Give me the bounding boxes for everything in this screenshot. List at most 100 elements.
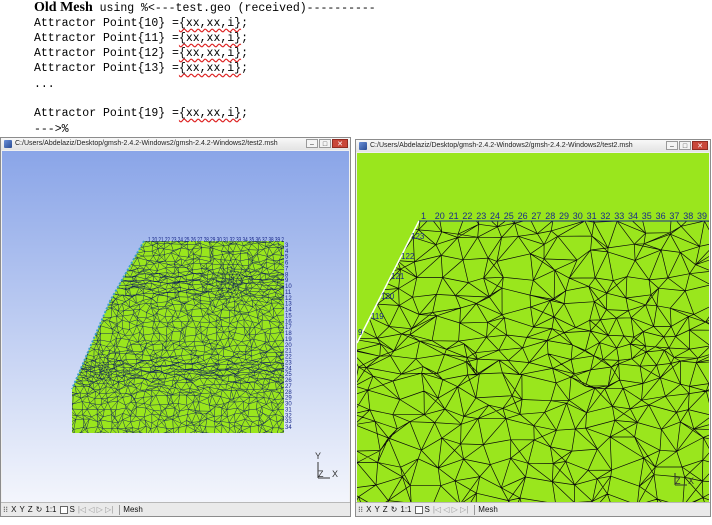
code-end-marker: --->%	[34, 123, 69, 136]
close-button[interactable]: ✕	[332, 139, 348, 148]
mode-label: Mesh	[123, 505, 143, 514]
code-line: Attractor Point{19} ={xx,xx,i};	[34, 106, 248, 121]
boundary-point-label: 9	[358, 328, 363, 337]
code-line-header: Old Mesh using %<---test.geo (received)-…	[34, 0, 376, 16]
boundary-point-label: 39	[697, 211, 707, 221]
rotate-icon[interactable]: ↻	[36, 503, 43, 516]
axis-z-label: Z	[318, 469, 324, 479]
boundary-point-label: 34	[285, 425, 292, 431]
axis-x-label: X	[688, 476, 694, 486]
maximize-button[interactable]: □	[679, 141, 691, 150]
window-title: C:/Users/Abdelaziz/Desktop/gmsh-2.4.2-Wi…	[15, 140, 278, 147]
scale-button[interactable]: 1:1	[400, 503, 411, 516]
boundary-point-label: 20	[435, 211, 445, 221]
code-suffix: ;	[241, 17, 248, 30]
boundary-point-label: 31	[587, 211, 597, 221]
playback-controls-icon[interactable]: |◁ ◁ ▷ ▷|	[78, 503, 113, 516]
axis-z-label: Z	[675, 476, 681, 486]
boundary-point-label: 33	[614, 211, 624, 221]
boundary-top-labels: 1 20 21 22 23 24 25 26 27 28 29 30 31 32 33 34 35 36 37 38 3…	[421, 211, 707, 221]
boundary-point-label: 23	[476, 211, 486, 221]
projection-icon[interactable]	[414, 505, 423, 514]
axis-y-label: Y	[315, 451, 321, 461]
gmsh-app-icon	[4, 140, 12, 148]
code-prefix: Attractor Point{10} =	[34, 17, 179, 30]
layout-icon[interactable]: ⁝⁝	[358, 503, 363, 516]
mesh-viewport[interactable]: 1 20 21 22 23 24 25 26 27 28 29 30 31 32…	[2, 151, 349, 502]
title-bar[interactable]: C:/Users/Abdelaziz/Desktop/gmsh-2.4.2-Wi…	[1, 138, 350, 150]
maximize-button[interactable]: □	[319, 139, 331, 148]
axis-x-label: X	[332, 469, 338, 479]
view-y-button[interactable]: Y	[374, 503, 379, 516]
code-prefix: Attractor Point{19} =	[34, 107, 179, 120]
code-suffix: ;	[241, 107, 248, 120]
boundary-point-label: 121	[391, 272, 405, 281]
boundary-point-label: 37	[669, 211, 679, 221]
close-button[interactable]: ✕	[692, 141, 708, 150]
boundary-point-label: 122	[401, 252, 415, 261]
boundary-top-labels: 1 20 21 22 23 24 25 26 27 28 29 30 31 32…	[148, 237, 284, 244]
code-line: Attractor Point{13} ={xx,xx,i};	[34, 61, 248, 76]
code-prefix: Attractor Point{13} =	[34, 62, 179, 75]
view-x-button[interactable]: X	[366, 503, 371, 516]
select-button[interactable]: S	[425, 503, 430, 516]
boundary-point-label: 36	[656, 211, 666, 221]
status-bar: ⁝⁝ X Y Z ↻ 1:1 S |◁ ◁ ▷ ▷| Mesh	[356, 502, 710, 516]
code-line: Attractor Point{12} ={xx,xx,i};	[34, 46, 248, 61]
boundary-point-label: 28	[545, 211, 555, 221]
boundary-point-label: 119	[371, 312, 384, 321]
view-x-button[interactable]: X	[11, 503, 16, 516]
mesh-viewport[interactable]: 1 20 21 22 23 24 25 26 27 28 29 30 31 32 33 34 35 36 37 38 3…	[357, 153, 709, 502]
boundary-point-label: 30	[573, 211, 583, 221]
boundary-point-label: 123	[411, 232, 425, 241]
code-args: {xx,xx,i}	[178, 107, 242, 120]
separator	[474, 504, 476, 515]
boundary-point-label: 26	[518, 211, 528, 221]
code-args: {xx,xx,i}	[178, 47, 242, 60]
view-z-button[interactable]: Z	[28, 503, 33, 516]
boundary-point-label: 35	[642, 211, 652, 221]
boundary-point-label: 25	[504, 211, 514, 221]
header-rest-text: using %<---test.geo (received)----------	[92, 2, 376, 15]
window-controls: – □ ✕	[306, 139, 348, 148]
code-args: {xx,xx,i}	[178, 62, 242, 75]
code-suffix: ;	[241, 62, 248, 75]
window-controls: – □ ✕	[666, 141, 708, 150]
gmsh-window-right[interactable]: C:/Users/Abdelaziz/Desktop/gmsh-2.4.2-Wi…	[355, 139, 711, 517]
gmsh-window-left[interactable]: C:/Users/Abdelaziz/Desktop/gmsh-2.4.2-Wi…	[0, 137, 351, 517]
boundary-point-label: 22	[462, 211, 472, 221]
code-args: {xx,xx,i}	[178, 17, 242, 30]
boundary-point-label: 32	[600, 211, 610, 221]
code-suffix: ;	[241, 47, 248, 60]
boundary-point-label: 24	[490, 211, 500, 221]
code-line: Attractor Point{10} ={xx,xx,i};	[34, 16, 248, 31]
code-prefix: Attractor Point{11} =	[34, 32, 179, 45]
boundary-point-label: 29	[559, 211, 569, 221]
mesh-graphic: 1 20 21 22 23 24 25 26 27 28 29 30 31 32 33 34 35 36 37 38 3…	[357, 153, 709, 502]
boundary-point-label: 120	[381, 292, 395, 301]
view-z-button[interactable]: Z	[383, 503, 388, 516]
projection-icon[interactable]	[59, 505, 68, 514]
scale-button[interactable]: 1:1	[45, 503, 56, 516]
select-button[interactable]: S	[70, 503, 75, 516]
minimize-button[interactable]: –	[666, 141, 678, 150]
code-ellipsis: ...	[34, 78, 55, 91]
view-y-button[interactable]: Y	[19, 503, 24, 516]
rotate-icon[interactable]: ↻	[391, 503, 398, 516]
boundary-point-label: 34	[628, 211, 638, 221]
playback-controls-icon[interactable]: |◁ ◁ ▷ ▷|	[433, 503, 468, 516]
code-args: {xx,xx,i}	[178, 32, 242, 45]
header-bold-text: Old Mesh	[34, 0, 93, 15]
mode-label: Mesh	[478, 505, 498, 514]
boundary-point-label: 21	[449, 211, 459, 221]
code-suffix: ;	[241, 32, 248, 45]
layout-icon[interactable]: ⁝⁝	[3, 503, 8, 516]
separator	[119, 504, 121, 515]
boundary-point-label: 27	[531, 211, 541, 221]
title-bar[interactable]: C:/Users/Abdelaziz/Desktop/gmsh-2.4.2-Wi…	[356, 140, 710, 152]
boundary-point-label: 1	[421, 211, 426, 221]
window-title: C:/Users/Abdelaziz/Desktop/gmsh-2.4.2-Wi…	[370, 142, 633, 149]
boundary-point-label: 38	[683, 211, 693, 221]
minimize-button[interactable]: –	[306, 139, 318, 148]
code-prefix: Attractor Point{12} =	[34, 47, 179, 60]
